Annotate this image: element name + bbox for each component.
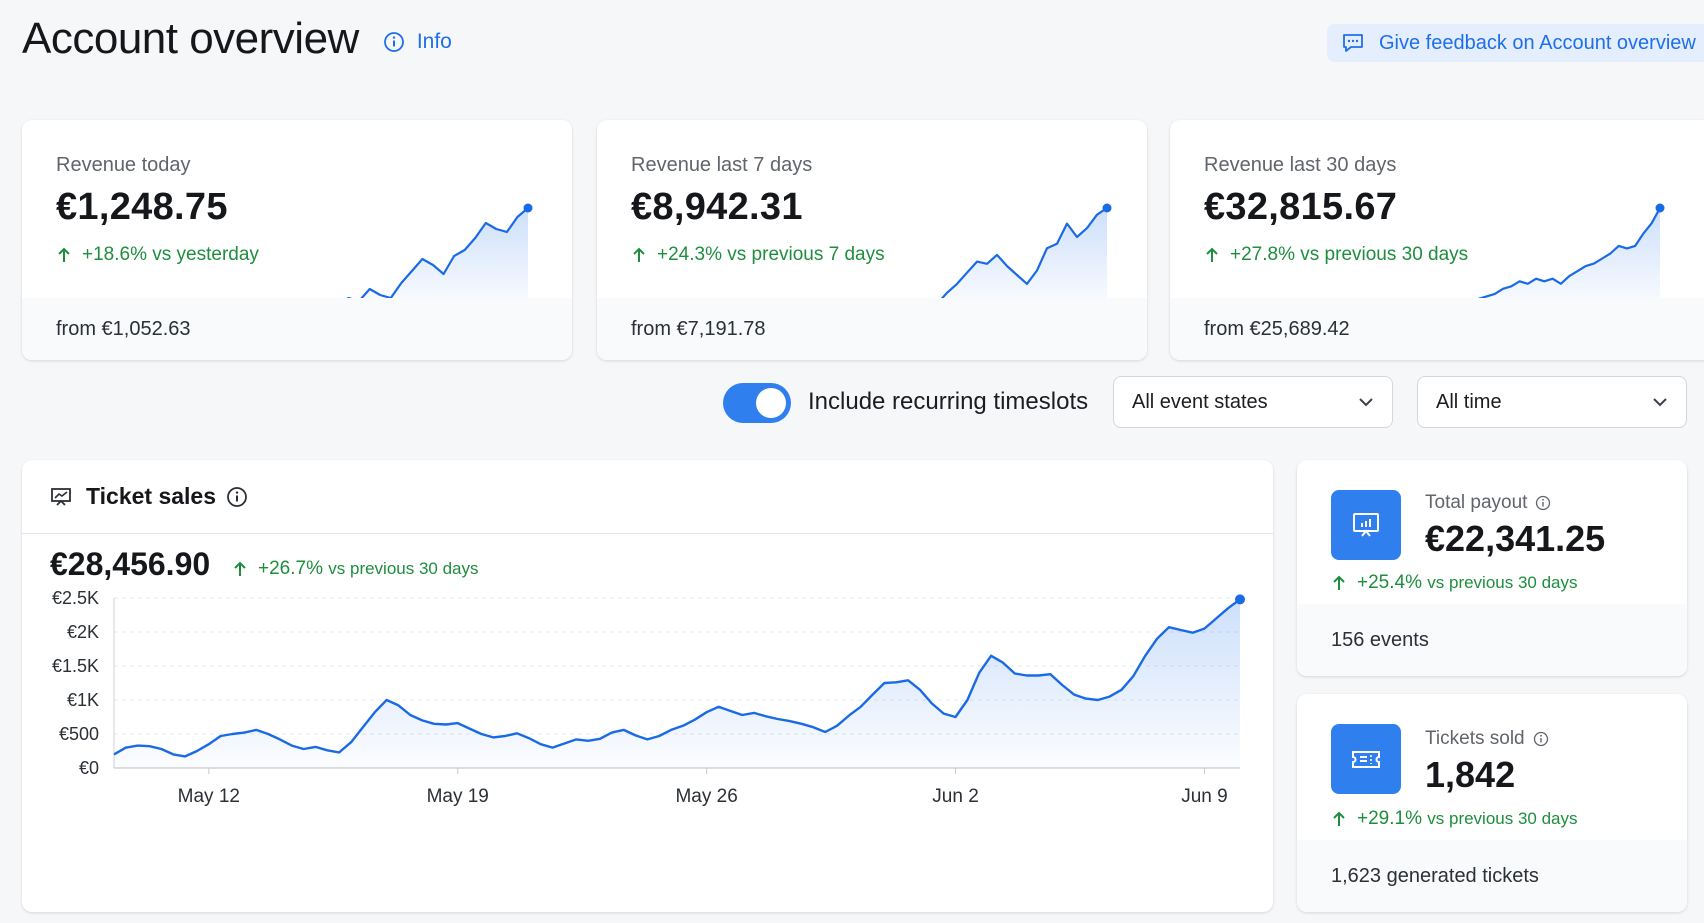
card-label: Tickets sold — [1425, 728, 1549, 750]
page-header: Account overview Info — [22, 14, 452, 64]
card-value: €32,815.67 — [1204, 186, 1398, 228]
sparkline-endpoint — [523, 203, 533, 213]
card-trend: +27.8% vs previous 30 days — [1204, 244, 1468, 266]
chat-bubble-icon — [1343, 34, 1363, 52]
info-link-label: Info — [416, 30, 452, 53]
trend-comparison: vs yesterday — [152, 244, 259, 265]
presentation-chart-icon — [51, 487, 71, 506]
toggle-knob — [756, 388, 786, 418]
x-tick-label: May 26 — [675, 786, 737, 807]
trend-comparison: vs previous 30 days — [1300, 244, 1469, 265]
y-tick-label: €500 — [59, 724, 99, 744]
arrow-up-icon — [633, 247, 645, 262]
card-trend: +29.1% vs previous 30 days — [1331, 808, 1578, 830]
payout-icon — [1331, 490, 1401, 560]
trend-change: +25.4% — [1357, 572, 1422, 593]
y-tick-label: €1.5K — [52, 656, 99, 676]
info-icon[interactable] — [226, 486, 248, 508]
sparkline-chart — [338, 203, 533, 310]
time-range-select[interactable]: All time — [1417, 376, 1687, 428]
sparkline-area — [338, 208, 528, 310]
trend-comparison: vs previous 30 days — [1427, 809, 1578, 828]
arrow-up-icon — [1206, 247, 1218, 262]
x-tick-label: Jun 9 — [1181, 786, 1227, 807]
trend-change: +29.1% — [1357, 808, 1422, 829]
revenue-card-today: Revenue today €1,248.75 +18.6% vs yester… — [22, 120, 572, 360]
info-icon[interactable] — [1533, 731, 1549, 747]
recurring-timeslots-toggle[interactable] — [723, 383, 791, 423]
ticket-sales-trend: +26.7% vs previous 30 days — [232, 558, 479, 580]
x-tick-label: Jun 2 — [932, 786, 978, 807]
ticket-sales-card: Ticket sales €28,456.90 +26.7% vs previo… — [22, 460, 1273, 912]
chevron-down-icon — [1359, 398, 1373, 407]
card-value: €22,341.25 — [1425, 518, 1606, 559]
sparkline-endpoint — [1102, 203, 1112, 213]
card-trend: +25.4% vs previous 30 days — [1331, 572, 1578, 594]
sparkline-endpoint — [1655, 203, 1665, 213]
arrow-up-icon — [234, 561, 246, 576]
card-trend: +24.3% vs previous 7 days — [631, 244, 885, 266]
sparkline-chart — [1470, 203, 1665, 310]
ticket-sales-title: Ticket sales — [86, 483, 217, 509]
ticket-sales-total: €28,456.90 — [50, 546, 211, 582]
revenue-card-7-days: Revenue last 7 days €8,942.31 +24.3% vs … — [597, 120, 1147, 360]
card-value: €1,248.75 — [56, 186, 228, 228]
trend-change: +26.7% — [258, 558, 323, 579]
trend-change: +24.3% — [657, 244, 722, 265]
card-label: Revenue last 30 days — [1204, 154, 1397, 176]
feedback-button[interactable]: Give feedback on Account overview — [1327, 24, 1704, 62]
card-footer: from €25,689.42 — [1170, 298, 1704, 360]
x-tick-label: May 12 — [178, 786, 240, 807]
revenue-card-30-days: Revenue last 30 days €32,815.67 +27.8% v… — [1170, 120, 1704, 360]
event-state-select[interactable]: All event states — [1113, 376, 1393, 428]
card-footer: from €1,052.63 — [22, 298, 572, 360]
y-tick-label: €0 — [79, 758, 99, 778]
sparkline-chart — [917, 203, 1112, 310]
info-icon[interactable] — [1535, 495, 1551, 511]
sparkline-area — [1470, 208, 1660, 310]
y-tick-label: €2.5K — [52, 590, 99, 608]
x-tick-label: May 19 — [427, 786, 489, 807]
event-state-value: All event states — [1132, 390, 1268, 413]
trend-comparison: vs previous 30 days — [1427, 573, 1578, 592]
trend-comparison: vs previous 30 days — [328, 559, 479, 578]
y-tick-label: €1K — [67, 690, 99, 710]
card-value: €8,942.31 — [631, 186, 803, 228]
arrow-up-icon — [1333, 811, 1345, 826]
ticket-sales-chart: €2.5K €2K €1.5K €1K €500 €0 May 12 May 19 May 26… — [52, 590, 1245, 807]
card-trend: +18.6% vs yesterday — [56, 244, 259, 266]
card-footer: 1,623 generated tickets — [1297, 840, 1687, 912]
trend-comparison: vs previous 7 days — [727, 244, 885, 265]
feedback-button-label: Give feedback on Account overview — [1379, 31, 1696, 54]
card-label: Revenue last 7 days — [631, 154, 813, 176]
toggle-label: Include recurring timeslots — [808, 388, 1089, 415]
tickets-label: Tickets sold — [1425, 728, 1525, 749]
card-label: Total payout — [1425, 492, 1551, 514]
tickets-sold-card: Tickets sold 1,842 +29.1% vs previous 30… — [1297, 694, 1687, 912]
trend-change: +27.8% — [1230, 244, 1295, 265]
card-footer: from €7,191.78 — [597, 298, 1147, 360]
ticket-sales-header: Ticket sales — [22, 460, 1273, 534]
card-value: 1,842 — [1425, 754, 1516, 795]
sales-endpoint — [1235, 594, 1245, 605]
arrow-up-icon — [58, 247, 70, 262]
y-tick-label: €2K — [67, 622, 99, 642]
chevron-down-icon — [1653, 398, 1667, 407]
page-title: Account overview — [22, 14, 359, 63]
sales-area — [114, 599, 1240, 768]
filters-bar: Include recurring timeslots All event st… — [0, 376, 1704, 430]
payout-label: Total payout — [1425, 492, 1528, 513]
info-link[interactable]: Info — [383, 30, 452, 54]
ticket-icon — [1331, 724, 1401, 794]
trend-change: +18.6% — [82, 244, 147, 265]
total-payout-card: Total payout €22,341.25 +25.4% vs previo… — [1297, 460, 1687, 676]
info-icon — [383, 32, 404, 52]
card-label: Revenue today — [56, 154, 191, 176]
time-range-value: All time — [1436, 390, 1502, 413]
arrow-up-icon — [1333, 575, 1345, 590]
card-footer: 156 events — [1297, 604, 1687, 676]
